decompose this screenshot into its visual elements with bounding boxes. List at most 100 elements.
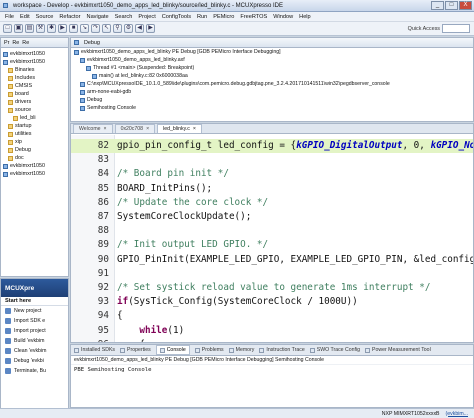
search-icon[interactable]: ⚲ [113,24,122,33]
minimize-button[interactable]: _ [431,1,444,10]
tree-item[interactable]: evkbimxrt1050 [1,162,68,170]
save-icon[interactable]: ▣ [14,24,23,33]
explorer-tab[interactable]: Pr [4,40,9,46]
folder-icon [8,75,13,81]
debug-tree-item[interactable]: main() at led_blinky.c:82 0x6000038aa [71,72,473,80]
menu-help[interactable]: Help [299,14,311,20]
console-tab[interactable]: Console [155,345,190,355]
tree-item-label: xip [15,139,22,145]
tree-item[interactable]: drivers [1,98,68,106]
line-number: 88 [97,225,109,237]
forward-icon[interactable]: ▶ [146,24,155,33]
editor-tab[interactable]: Welcome × [73,124,113,133]
tree-item[interactable]: utilities [1,130,68,138]
debug-view-tab[interactable]: Debug [71,38,473,48]
quickstart-action[interactable]: Terminate, Bu [1,366,68,376]
tree-item[interactable]: Binaries [1,66,68,74]
quick-access-input[interactable] [442,24,470,33]
menu-project[interactable]: Project [138,14,155,20]
explorer-tab[interactable]: Re [22,40,29,46]
step-over-icon[interactable]: ↷ [91,24,100,33]
debug-icon[interactable]: ✱ [47,24,56,33]
status-project-link[interactable]: (evkbim... [446,411,468,417]
maximize-button[interactable]: □ [445,1,458,10]
stop-icon[interactable]: ■ [69,24,78,33]
tree-item[interactable]: evkbimxrt1050 [1,170,68,178]
code-line: 91 [71,267,473,281]
editor-tab[interactable]: led_blinky.c × [157,124,202,133]
debug-item-label: evkbimxrt1050_demo_apps_led_blinky.axf [87,57,185,63]
editor-tab-label: 0x20c708 [120,126,144,132]
tree-item[interactable]: CMSIS [1,82,68,90]
step-into-icon[interactable]: ↘ [80,24,89,33]
editor-tab[interactable]: 0x20c708 × [114,124,156,133]
new-icon[interactable]: □ [3,24,12,33]
menu-edit[interactable]: Edit [20,14,30,20]
console-tab[interactable]: SWO Trace Config [309,347,360,353]
menu-freertos[interactable]: FreeRTOS [240,14,267,20]
quickstart-action[interactable]: Import project [1,326,68,336]
tree-item-label: Debug [15,147,31,153]
debug-tree-item[interactable]: Thread #1 <main> (Suspended: Breakpoint) [71,64,473,72]
code-area[interactable]: 82 gpio_pin_config_t led_config = {kGPIO_… [71,135,473,342]
tree-item[interactable]: evkbimxrt1050 [1,58,68,66]
tree-item[interactable]: Debug [1,146,68,154]
project-icon [3,163,8,169]
console-tab[interactable]: Instruction Trace [259,347,305,353]
tree-item[interactable]: led_bli [1,114,68,122]
menu-refactor[interactable]: Refactor [59,14,80,20]
tree-item[interactable]: startup [1,122,68,130]
console-tab[interactable]: Memory [228,347,254,353]
tree-item[interactable]: source [1,106,68,114]
console-tab[interactable]: Properties [120,347,151,353]
tree-item[interactable]: board [1,90,68,98]
debug-tree-item[interactable]: C:\nxp\MCUXpressoIDE_10.1.0_589\ide\plug… [71,80,473,88]
console-tab-label: Console [166,347,186,353]
tree-item-label: Includes [15,75,36,81]
menu-pemicro[interactable]: PEMicro [213,14,234,20]
menu-configtools[interactable]: ConfigTools [162,14,191,20]
debug-tree-item[interactable]: Debug [71,96,473,104]
explorer-tab[interactable]: Re [12,40,19,46]
tree-item[interactable]: evkbimxrt1050 [1,50,68,58]
tree-item[interactable]: xip [1,138,68,146]
tree-item[interactable]: doc [1,154,68,162]
debug-tree-item[interactable]: arm-none-eabi-gdb [71,88,473,96]
console-tab[interactable]: Problems [194,347,224,353]
debug-tree-item[interactable]: evkbimxrt1050_demo_apps_led_blinky.axf [71,56,473,64]
code-text: while(1) [139,324,185,336]
line-number: 96 [79,338,109,342]
menu-search[interactable]: Search [115,14,133,20]
menu-run[interactable]: Run [197,14,207,20]
settings-icon[interactable]: ⚙ [124,24,133,33]
step-return-icon[interactable]: ↖ [102,24,111,33]
console-tab[interactable]: Installed SDKs [74,347,115,353]
debug-tree-item[interactable]: evkbimxrt1050_demo_apps_led_blinky PE De… [71,48,473,56]
menu-source[interactable]: Source [36,14,54,20]
quickstart-action[interactable]: Clean 'evkbim [1,346,68,356]
quickstart-action[interactable]: Build 'evkbim [1,336,68,346]
debug-tree: evkbimxrt1050_demo_apps_led_blinky PE De… [71,48,473,112]
back-icon[interactable]: ◀ [135,24,144,33]
debug-tree-item[interactable]: Semihosting Console [71,104,473,112]
folder-icon [8,99,13,105]
quickstart-action[interactable]: Debug 'evkbi [1,356,68,366]
menu-window[interactable]: Window [273,14,293,20]
close-icon[interactable]: × [193,126,196,132]
quickstart-items: New project Import SDK e Import project Bui… [1,306,68,376]
save-all-icon[interactable]: ▤ [25,24,34,33]
project-icon [3,59,8,65]
build-icon[interactable]: ⚒ [36,24,45,33]
quickstart-action-label: Import SDK e [14,318,46,324]
menu-navigate[interactable]: Navigate [87,14,109,20]
quickstart-action[interactable]: Import SDK e [1,316,68,326]
tree-item[interactable]: Includes [1,74,68,82]
console-tab[interactable]: Power Measurement Tool [365,347,431,353]
run-icon[interactable]: ▶ [58,24,67,33]
folder-icon [8,107,13,113]
quickstart-action[interactable]: New project [1,306,68,316]
close-button[interactable]: X [459,1,472,10]
menu-file[interactable]: File [5,14,14,20]
close-icon[interactable]: × [146,126,149,132]
close-icon[interactable]: × [104,126,107,132]
